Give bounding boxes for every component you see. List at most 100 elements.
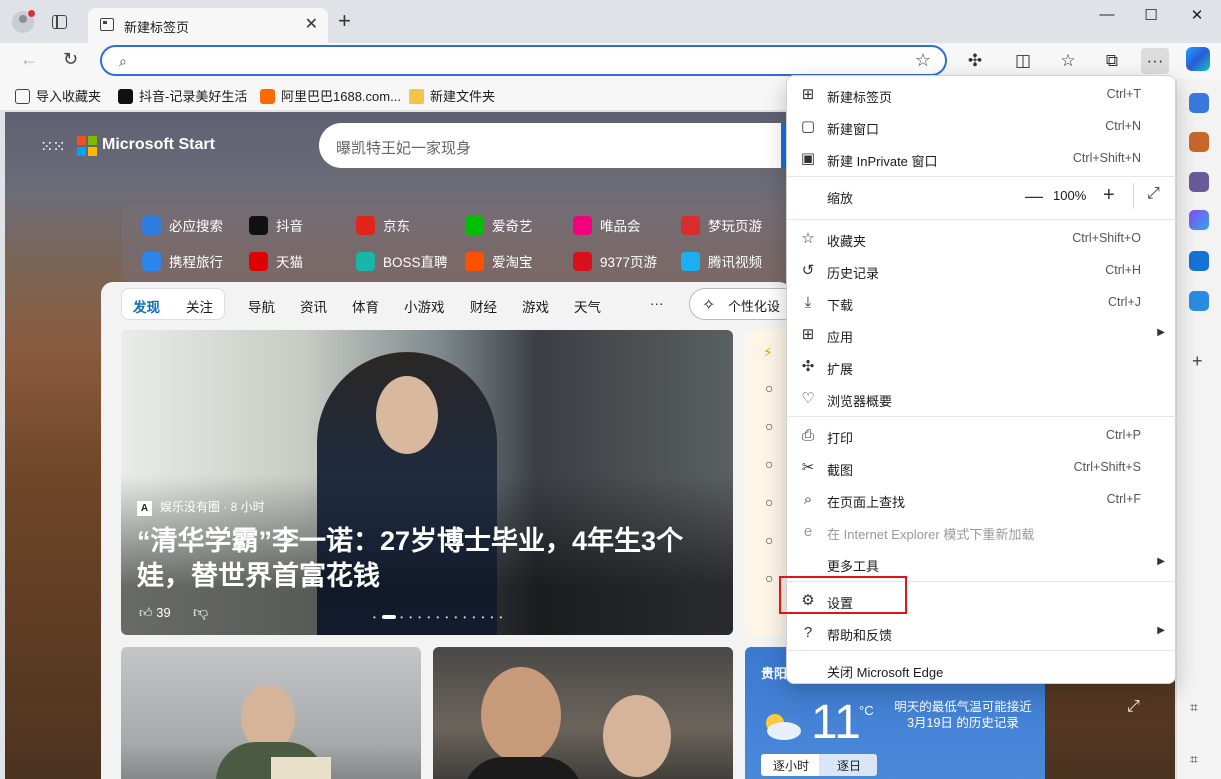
browser-tab[interactable]: 新建标签页 ✕ xyxy=(88,8,328,43)
tab-sports[interactable]: 体育 xyxy=(352,296,379,316)
favorites-icon[interactable]: ☆ xyxy=(1054,48,1082,74)
tab-navigation[interactable]: 导航 xyxy=(248,296,275,316)
favorite-douyin[interactable]: 抖音-记录美好生活 xyxy=(118,86,247,105)
hero-article[interactable]: A 娱乐没有圈 · 8 小时 “清华学霸”李一诺：27岁博士毕业，4年生3个娃，替… xyxy=(121,330,733,635)
sidebar-send-icon[interactable] xyxy=(1189,291,1209,311)
menu-item-item-5-0[interactable]: 关闭 Microsoft Edge xyxy=(787,653,1177,685)
profile-avatar-icon[interactable] xyxy=(12,9,36,33)
sidebar-settings-icon[interactable]: ⌗ xyxy=(1190,751,1198,768)
quick-link-ctrip[interactable]: 携程旅行 xyxy=(142,251,223,271)
menu-item-find[interactable]: ⌕ 在页面上查找 Ctrl+F xyxy=(787,483,1177,515)
quick-link-boss[interactable]: BOSS直聘 xyxy=(356,251,448,271)
fullscreen-icon[interactable]: ⤢ xyxy=(1147,185,1160,203)
menu-item-shortcut: Ctrl+P xyxy=(1105,428,1141,442)
tab-more[interactable]: ··· xyxy=(650,296,664,311)
news-card[interactable] xyxy=(121,647,421,779)
sidebar-tag-icon[interactable] xyxy=(1189,93,1209,113)
menu-item-label: 新建标签页 xyxy=(827,90,893,105)
maximize-icon[interactable]: ☐ xyxy=(1136,6,1166,24)
sidebar-tools-icon[interactable] xyxy=(1189,132,1209,152)
web-search-box[interactable]: 曝凯特王妃一家现身 xyxy=(319,123,789,168)
expand-icon[interactable]: ⤢ xyxy=(1127,698,1140,716)
back-icon[interactable]: ← xyxy=(20,49,38,70)
menu-item-browser-essentials[interactable]: ♡ 浏览器概要 xyxy=(787,382,1177,414)
news-card[interactable] xyxy=(433,647,733,779)
split-screen-icon[interactable]: ◫ xyxy=(1009,48,1037,74)
apps-icon: ⊞ xyxy=(801,326,815,343)
tab-title: 新建标签页 xyxy=(124,20,190,35)
menu-separator xyxy=(787,650,1177,651)
quick-link-vip[interactable]: 唯品会 xyxy=(573,215,641,235)
menu-item-apps[interactable]: ⊞ 应用 ▶ xyxy=(787,318,1177,350)
new-tab-button[interactable]: + xyxy=(338,10,351,32)
refresh-icon[interactable]: ↻ xyxy=(63,49,78,70)
dislike-icon[interactable]: 👎︎ xyxy=(193,604,208,622)
quick-link-bing[interactable]: 必应搜索 xyxy=(142,215,223,235)
favorite-import[interactable]: 导入收藏夹 xyxy=(15,86,101,105)
settings-and-more-button[interactable]: ··· xyxy=(1141,48,1169,74)
personalize-button[interactable]: ✧ 个性化设 xyxy=(689,288,799,320)
article-title[interactable]: “清华学霸”李一诺：27岁博士毕业，4年生3个娃，替世界首富花钱 xyxy=(137,524,717,594)
zoom-in-icon[interactable]: + xyxy=(1103,184,1115,207)
menu-item-print[interactable]: ⎙ 打印 Ctrl+P xyxy=(787,419,1177,451)
tab-minigames[interactable]: 小游戏 xyxy=(404,296,445,316)
quick-link-douyin[interactable]: 抖音 xyxy=(249,215,303,235)
weather-note[interactable]: 明天的最低气温可能接近 3月19日 的历史记录 xyxy=(893,699,1033,731)
close-window-icon[interactable]: ✕ xyxy=(1182,6,1212,24)
quick-link-jd[interactable]: 京东 xyxy=(356,215,410,235)
menu-item-item-3-4[interactable]: 更多工具 ▶ xyxy=(787,547,1177,579)
tab-daily[interactable]: 逐日 xyxy=(837,757,861,774)
zoom-out-icon[interactable]: — xyxy=(1025,186,1043,207)
menu-item-extensions[interactable]: ✣ 扩展 xyxy=(787,350,1177,382)
browser-essentials-icon: ♡ xyxy=(801,390,815,407)
menu-item-history[interactable]: ↺ 历史记录 Ctrl+H xyxy=(787,254,1177,286)
app-launcher-icon[interactable]: ⁙⁙ xyxy=(40,137,66,157)
add-favorite-icon[interactable]: ☆ xyxy=(915,50,931,71)
menu-item-ie-mode: e 在 Internet Explorer 模式下重新加载 xyxy=(787,515,1177,547)
menu-item-download[interactable]: ⤓ 下载 Ctrl+J xyxy=(787,286,1177,318)
menu-item-zoom[interactable]: 缩放 — 100% + ⤢ xyxy=(787,179,1177,211)
jd-icon xyxy=(356,216,375,235)
extensions-icon[interactable]: ✣ xyxy=(961,48,989,74)
search-icon: ○ xyxy=(765,418,774,434)
tab-games[interactable]: 游戏 xyxy=(522,296,549,316)
favorite-folder[interactable]: 新建文件夹 xyxy=(409,86,495,105)
workspaces-icon[interactable] xyxy=(52,15,67,29)
quick-link-taobao[interactable]: 爱淘宝 xyxy=(465,251,533,271)
close-tab-icon[interactable]: ✕ xyxy=(305,14,318,34)
minimize-icon[interactable]: — xyxy=(1092,6,1122,23)
tab-discover[interactable]: 发现 xyxy=(133,296,160,316)
quick-link-9377[interactable]: 9377页游 xyxy=(573,251,657,271)
partly-cloudy-icon xyxy=(766,714,801,740)
favorite-1688[interactable]: 阿里巴巴1688.com... xyxy=(260,86,401,105)
menu-item-label: 应用 xyxy=(827,330,854,345)
tab-follow[interactable]: 关注 xyxy=(186,296,213,316)
carousel-indicator[interactable]: • • • • • • • • • • • • • xyxy=(373,613,504,622)
sidebar-outlook-icon[interactable] xyxy=(1189,251,1209,271)
menu-item-screenshot[interactable]: ✂ 截图 Ctrl+Shift+S xyxy=(787,451,1177,483)
sidebar-screenshot-icon[interactable]: ⌗ xyxy=(1190,699,1198,716)
menu-item-favorites[interactable]: ☆ 收藏夹 Ctrl+Shift+O xyxy=(787,222,1177,254)
menu-item-label: 新建 InPrivate 窗口 xyxy=(827,154,938,169)
address-bar[interactable]: ⌕ ☆ xyxy=(100,45,947,76)
sidebar-games-icon[interactable] xyxy=(1189,172,1209,192)
tab-weather[interactable]: 天气 xyxy=(574,296,601,316)
menu-item-inprivate[interactable]: ▣ 新建 InPrivate 窗口 Ctrl+Shift+N xyxy=(787,142,1177,174)
hero-face-image xyxy=(376,376,438,454)
collections-icon[interactable]: ⧉ xyxy=(1098,48,1126,74)
menu-item-help[interactable]: ? 帮助和反馈 ▶ xyxy=(787,616,1177,648)
quick-link-tmall[interactable]: 天猫 xyxy=(249,251,303,271)
menu-item-shortcut: Ctrl+H xyxy=(1105,263,1141,277)
menu-item-new-tab[interactable]: ⊞ 新建标签页 Ctrl+T xyxy=(787,78,1177,110)
like-button[interactable]: 👍︎ 39 xyxy=(139,605,171,621)
copilot-icon[interactable] xyxy=(1186,47,1210,71)
sidebar-add-icon[interactable]: + xyxy=(1192,351,1203,372)
menu-item-new-window[interactable]: ▢ 新建窗口 Ctrl+N xyxy=(787,110,1177,142)
tab-finance[interactable]: 财经 xyxy=(470,296,497,316)
tab-hourly[interactable]: 逐小时 xyxy=(773,757,809,774)
tab-news[interactable]: 资讯 xyxy=(300,296,327,316)
sidebar-copilot-icon[interactable] xyxy=(1189,210,1209,230)
quick-link-iqiyi[interactable]: 爱奇艺 xyxy=(465,215,533,235)
quick-link-tencent-video[interactable]: 腾讯视频 xyxy=(681,251,762,271)
quick-link-mengwan[interactable]: 梦玩页游 xyxy=(681,215,762,235)
